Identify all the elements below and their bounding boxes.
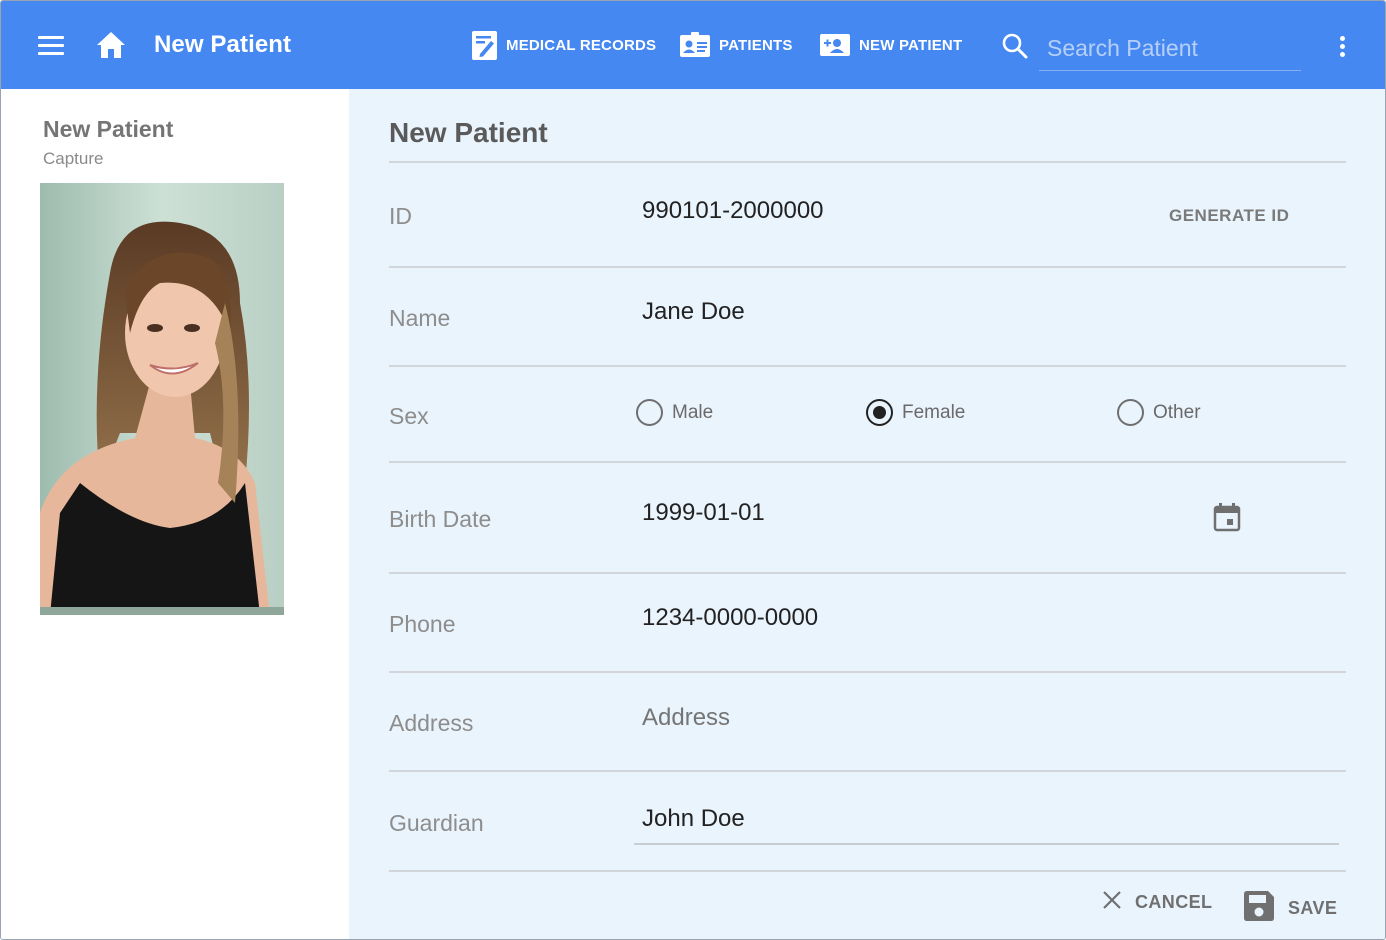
home-icon[interactable]	[95, 30, 127, 60]
divider	[389, 461, 1346, 463]
divider	[389, 770, 1346, 772]
cancel-button[interactable]: CANCEL	[1101, 889, 1212, 916]
calendar-icon[interactable]	[1213, 502, 1241, 532]
nav-new-patient-label: NEW PATIENT	[859, 36, 963, 54]
save-icon	[1242, 889, 1276, 928]
divider	[389, 365, 1346, 367]
capture-panel: New Patient Capture	[1, 89, 349, 939]
radio-unchecked-icon	[1117, 399, 1144, 426]
save-label: SAVE	[1288, 898, 1338, 918]
nav-medical-records[interactable]: MEDICAL RECORDS	[471, 29, 656, 61]
page-title: New Patient	[154, 31, 292, 58]
sex-option-female[interactable]: Female	[866, 399, 965, 426]
nav-new-patient[interactable]: NEW PATIENT	[819, 29, 962, 61]
top-app-bar: New Patient MEDICAL RECORDS PATIENTS NEW…	[1, 1, 1385, 89]
guardian-input[interactable]	[634, 795, 1339, 845]
divider	[389, 161, 1346, 163]
search-icon[interactable]	[1001, 32, 1029, 60]
form-title: New Patient	[389, 117, 548, 148]
name-field[interactable]: Jane Doe	[642, 298, 745, 326]
cancel-label: CANCEL	[1135, 892, 1213, 912]
medical-records-icon	[471, 30, 498, 61]
address-label: Address	[389, 710, 474, 736]
id-label: ID	[389, 203, 412, 229]
address-field[interactable]: Address	[642, 704, 730, 732]
birth-date-field[interactable]: 1999-01-01	[642, 499, 765, 527]
more-vert-icon[interactable]	[1331, 33, 1355, 61]
generate-id-button[interactable]: GENERATE ID	[1169, 206, 1289, 226]
id-field[interactable]: 990101-2000000	[642, 197, 824, 225]
sex-label: Sex	[389, 403, 429, 429]
app-window: New Patient MEDICAL RECORDS PATIENTS NEW…	[0, 0, 1386, 940]
phone-field[interactable]: 1234-0000-0000	[642, 604, 818, 632]
birth-date-label: Birth Date	[389, 506, 492, 532]
divider	[389, 266, 1346, 268]
capture-panel-title: New Patient	[43, 116, 174, 142]
capture-panel-subtitle: Capture	[43, 149, 104, 168]
sex-option-label: Other	[1153, 401, 1201, 423]
phone-label: Phone	[389, 611, 456, 637]
divider	[389, 671, 1346, 673]
sex-option-male[interactable]: Male	[636, 399, 713, 426]
sex-option-label: Female	[902, 401, 966, 423]
divider	[389, 870, 1346, 872]
save-button[interactable]: SAVE	[1242, 889, 1337, 928]
nav-patients-label: PATIENTS	[719, 36, 793, 54]
radio-checked-icon	[866, 399, 893, 426]
menu-icon[interactable]	[35, 31, 65, 59]
name-label: Name	[389, 305, 451, 331]
patient-card-icon	[679, 32, 711, 58]
patient-photo[interactable]	[40, 183, 284, 615]
guardian-label: Guardian	[389, 810, 484, 836]
radio-unchecked-icon	[636, 399, 663, 426]
new-patient-form: New Patient ID 990101-2000000 GENERATE I…	[349, 89, 1385, 939]
add-patient-icon	[819, 33, 851, 57]
close-icon	[1101, 889, 1123, 916]
search-input[interactable]	[1039, 27, 1301, 71]
nav-medical-records-label: MEDICAL RECORDS	[506, 36, 657, 54]
divider	[389, 572, 1346, 574]
sex-option-label: Male	[672, 401, 714, 423]
sex-option-other[interactable]: Other	[1117, 399, 1201, 426]
nav-patients[interactable]: PATIENTS	[679, 29, 793, 61]
